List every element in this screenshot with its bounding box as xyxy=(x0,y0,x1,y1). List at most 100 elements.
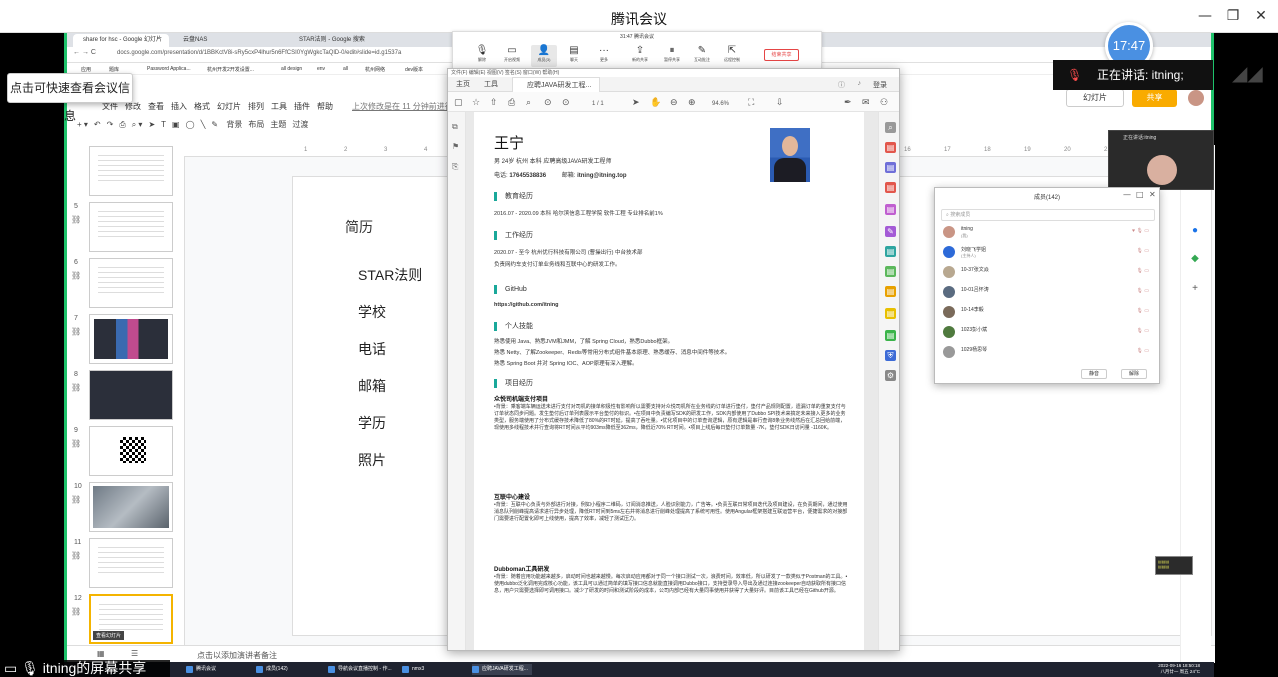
note-tool-icon[interactable]: ▤ xyxy=(885,308,896,319)
thumb-row[interactable]: 11 ⛓ xyxy=(67,537,185,593)
excel-tool-icon[interactable]: ▤ xyxy=(885,266,896,277)
chat-button[interactable]: ▤ 聊天 xyxy=(561,45,587,67)
more-button[interactable]: ··· 更多 xyxy=(591,45,617,67)
zoom-icon[interactable]: ⌕ ▾ xyxy=(132,120,143,129)
bookmark-item[interactable]: 应用 xyxy=(81,66,91,73)
member-row[interactable]: 刘晓飞学姐 (主持人) 🎙 ▭ xyxy=(943,244,1153,260)
slide-item[interactable]: STAR法则 xyxy=(358,265,422,285)
thumb-row[interactable] xyxy=(67,145,185,201)
menu-item[interactable]: 幻灯片 xyxy=(217,102,241,111)
slide-thumbnail[interactable] xyxy=(89,370,173,420)
taskbar-item[interactable]: 导航会议直播控制 - 作... xyxy=(328,664,392,675)
select-cursor-icon[interactable]: ➤ xyxy=(632,96,640,108)
menu-item[interactable]: 排列 xyxy=(248,102,264,111)
scroll-mode-icon[interactable]: ⇩ xyxy=(776,96,784,108)
video-tile[interactable]: 正在讲话:itning xyxy=(1108,130,1214,190)
bookmark-item[interactable]: all xyxy=(343,66,348,72)
prev-page-icon[interactable]: ⊙ xyxy=(544,96,552,108)
slide-item[interactable]: 电话 xyxy=(358,339,386,359)
menu-item[interactable]: 插入 xyxy=(171,102,187,111)
zoom-out-icon[interactable]: ⊖ xyxy=(670,96,678,108)
menu-item[interactable]: 帮助 xyxy=(317,102,333,111)
mail-icon[interactable]: ✉ xyxy=(862,96,870,108)
browser-tab-search[interactable]: STAR法则 - Google 搜索 xyxy=(289,34,399,47)
member-row[interactable]: 1029杨思琴 🎙 ▭ xyxy=(943,344,1153,360)
thumb-row[interactable]: 5 ⛓ xyxy=(67,201,185,257)
last-edit-link[interactable]: 上次修改是在 11 分钟前进行的 xyxy=(352,101,461,112)
thumb-row[interactable]: 9 ⛓ xyxy=(67,425,185,481)
bookmark-item[interactable]: 杭州开发2开发设置... xyxy=(207,66,254,73)
search-tool-icon[interactable]: ⌕ xyxy=(885,122,896,133)
zoom-level[interactable]: 94.6% xyxy=(712,98,729,110)
member-row[interactable]: 10-01吕怀涛 🎙 ▭ xyxy=(943,284,1153,300)
comment-tool-icon[interactable]: ▤ xyxy=(885,286,896,297)
github-link[interactable]: https://github.com/itning xyxy=(494,302,558,308)
save-icon[interactable]: ▢ xyxy=(454,96,463,108)
floating-widget[interactable]: ▤▤▤ ▤▤▤ xyxy=(1155,556,1193,575)
menu-item[interactable]: 修改 xyxy=(125,102,141,111)
slide-thumbnail[interactable] xyxy=(89,426,173,476)
thumb-row[interactable]: 12 ⛓ 查看幻灯片 xyxy=(67,593,185,649)
sign-icon[interactable]: ✒ xyxy=(844,96,852,108)
menu-item[interactable]: 查看 xyxy=(148,102,164,111)
upload-icon[interactable]: ⇧ xyxy=(490,96,498,108)
account-avatar[interactable] xyxy=(1188,90,1204,106)
zoom-in-icon[interactable]: ⊕ xyxy=(688,96,696,108)
shape-icon[interactable]: ◯ xyxy=(186,120,195,129)
new-share-button[interactable]: ⇪ 新的共享 xyxy=(627,45,653,67)
unmute-all-button[interactable]: 解除 xyxy=(1121,369,1147,379)
bookmark-item[interactable]: dev版本 xyxy=(405,66,423,73)
pause-share-button[interactable]: ⏸ 暂停共享 xyxy=(659,45,685,67)
slide-thumbnail[interactable] xyxy=(89,146,173,196)
list-view-icon[interactable]: ☰ xyxy=(131,649,138,658)
maps-icon[interactable]: ◆ xyxy=(1189,253,1201,265)
maximize-icon[interactable]: ❐ xyxy=(1222,6,1244,26)
minimize-icon[interactable]: — xyxy=(1123,190,1131,199)
nav-arrows-icon[interactable]: ← → C xyxy=(73,49,96,56)
print-tool-icon[interactable]: ▤ xyxy=(885,330,896,341)
share-button[interactable]: 共享 xyxy=(1132,89,1177,107)
thumb-row[interactable]: 8 ⛓ xyxy=(67,369,185,425)
member-row[interactable]: 10-37张文焱 🎙 ▭ xyxy=(943,264,1153,280)
close-icon[interactable]: ✕ xyxy=(1149,190,1156,199)
remote-control-button[interactable]: ⇱ 远程控制 xyxy=(719,45,745,67)
settings-tool-icon[interactable]: ⚙ xyxy=(885,370,896,381)
edit-tool-icon[interactable]: ▤ xyxy=(885,204,896,215)
add-icon[interactable]: + ▾ xyxy=(77,120,88,129)
member-row[interactable]: 1023彭小斌 🎙 ▭ xyxy=(943,324,1153,340)
combine-tool-icon[interactable]: ▤ xyxy=(885,162,896,173)
pdf-tab-home[interactable]: 主页 xyxy=(456,79,470,89)
pdf-tool-icon[interactable]: ▤ xyxy=(885,142,896,153)
members-button[interactable]: 👤 成员(3) xyxy=(531,45,557,67)
slideshow-button[interactable]: 幻灯片 xyxy=(1066,89,1124,107)
bookmarks-icon[interactable]: ⚑ xyxy=(452,142,459,151)
toolbar-transition[interactable]: 过渡 xyxy=(292,120,308,129)
toolbar-theme[interactable]: 主题 xyxy=(270,120,286,129)
taskbar-item-active[interactable]: 应聘JAVA研发工程... xyxy=(472,664,532,675)
pages-icon[interactable]: ⧉ xyxy=(452,122,458,132)
cursor-icon[interactable]: ➤ xyxy=(148,120,155,129)
pdf-login-link[interactable]: 登录 xyxy=(873,80,887,90)
print-icon[interactable]: ⎙ xyxy=(119,120,125,129)
help-icon[interactable]: ⓘ xyxy=(838,80,845,90)
close-icon[interactable]: ✕ xyxy=(1250,6,1272,26)
slide-item[interactable]: 照片 xyxy=(358,450,386,470)
toolbar-layout[interactable]: 布局 xyxy=(248,120,264,129)
members-search-input[interactable]: ⌕ 搜索成员 xyxy=(941,209,1155,221)
menu-item[interactable]: 插件 xyxy=(294,102,310,111)
thumb-row[interactable]: 10 ⛓ xyxy=(67,481,185,537)
bookmark-item[interactable]: all design xyxy=(281,66,302,72)
thumb-row[interactable]: 7 ⛓ xyxy=(67,313,185,369)
export-tool-icon[interactable]: ▤ xyxy=(885,246,896,257)
video-button[interactable]: ▭ 开启视频 xyxy=(499,45,525,67)
organize-tool-icon[interactable]: ▤ xyxy=(885,182,896,193)
annotate-button[interactable]: ✎ 互动批注 xyxy=(689,45,715,67)
toolbar-background[interactable]: 背景 xyxy=(226,120,242,129)
image-icon[interactable]: ▣ xyxy=(172,120,180,129)
search-icon[interactable]: ⌕ xyxy=(526,96,531,108)
browser-tab-nas[interactable]: 云盘NAS xyxy=(173,34,273,47)
attachment-icon[interactable]: ⎘ xyxy=(452,162,458,172)
slide-item[interactable]: 学校 xyxy=(358,302,386,322)
pdf-tab-document[interactable]: 应聘JAVA研发工程... xyxy=(512,77,601,92)
menu-item[interactable]: 文件 xyxy=(102,102,118,111)
